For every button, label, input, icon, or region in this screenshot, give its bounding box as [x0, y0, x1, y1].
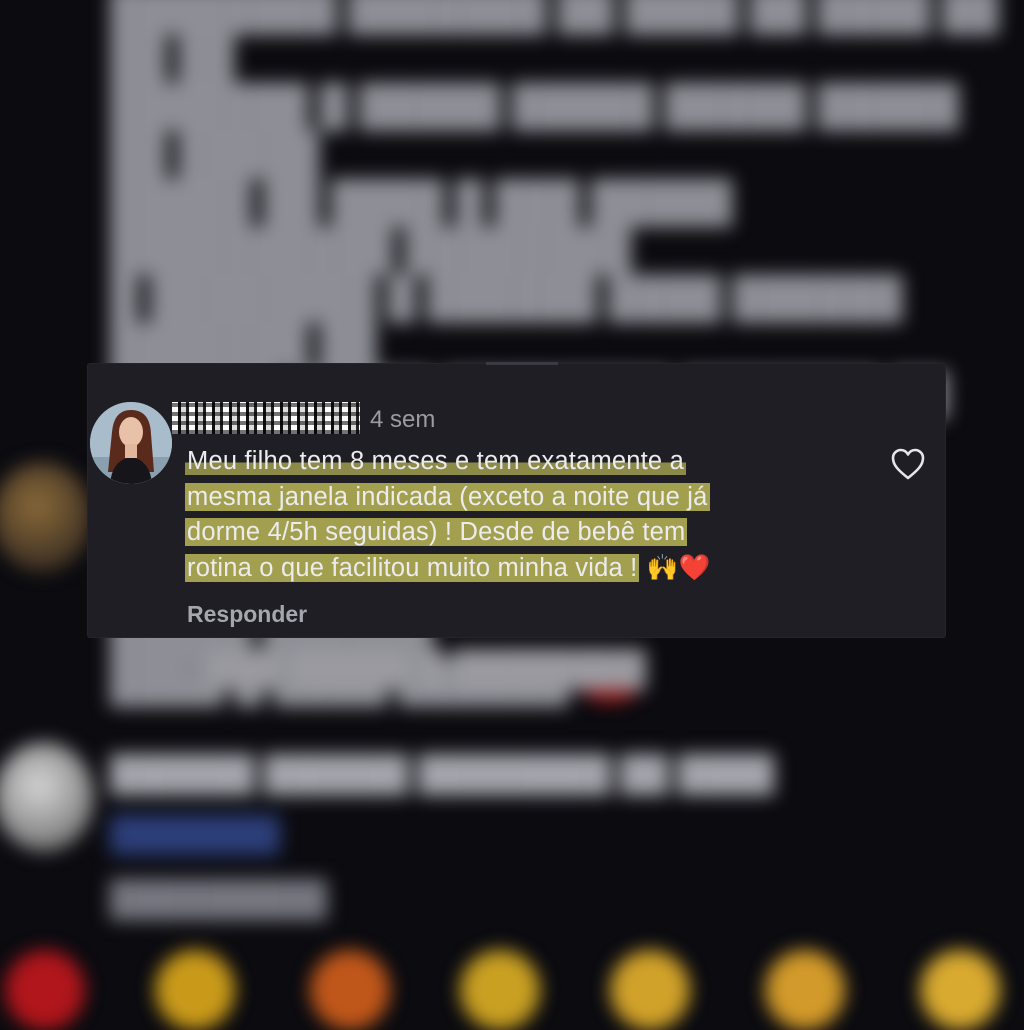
- blurred-see-replies: ███ █████ █ ████████: [208, 650, 646, 688]
- blurred-emoji-reaction: [5, 950, 85, 1030]
- blurred-emoji-reaction: [460, 950, 540, 1030]
- blurred-emoji-reaction: [155, 950, 235, 1030]
- blurred-avatar: [0, 742, 94, 852]
- comment-line-text: mesma janela indicada (exceto a noite qu…: [185, 482, 710, 511]
- comment-line-text: Meu filho tem 8 meses e tem exatamente a: [185, 447, 686, 475]
- comment-line: mesma janela indicada (exceto a noite qu…: [185, 480, 867, 516]
- heart-outline-icon[interactable]: [890, 447, 926, 481]
- comment-time: 4 sem: [370, 406, 436, 433]
- blurred-reply-button: █████████: [110, 880, 327, 918]
- comment-line-text: dorme 4/5h seguidas) ! Desde de bebê tem: [185, 518, 688, 546]
- comment-line-text: rotina o que facilitou muito minha vida …: [185, 553, 640, 582]
- comment-line: rotina o que facilitou muito minha vida …: [185, 551, 867, 587]
- comment-text: Meu filho tem 8 meses e tem exatamente a…: [185, 444, 867, 587]
- blurred-emoji-reaction: [765, 950, 845, 1030]
- blurred-mention: [110, 815, 280, 855]
- card-top-divider: [486, 362, 558, 365]
- reply-button[interactable]: Responder: [187, 601, 307, 628]
- comment-line: Meu filho tem 8 meses e tem exatamente a: [185, 444, 867, 480]
- username-pixelated[interactable]: [172, 402, 360, 434]
- profile-photo-icon: [90, 402, 172, 484]
- blurred-emoji-reaction: [920, 950, 1000, 1030]
- blurred-emoji-reaction: [310, 950, 390, 1030]
- profile-avatar[interactable]: [90, 402, 172, 484]
- raised-hands-heart-emoji: 🙌❤️: [646, 552, 711, 583]
- comment-line: dorme 4/5h seguidas) ! Desde de bebê tem: [185, 515, 867, 551]
- blurred-username: ██████ ██████ ████████ ██ ████: [110, 755, 775, 793]
- blurred-avatar: [0, 462, 92, 572]
- blurred-emoji-reaction: [610, 950, 690, 1030]
- blurred-replies-line: [185, 668, 195, 670]
